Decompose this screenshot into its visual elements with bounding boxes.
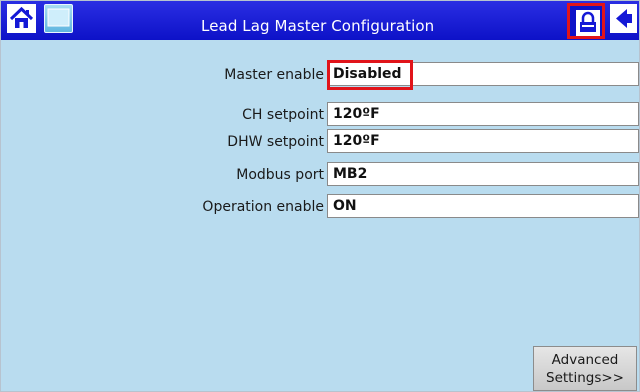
- master-enable-label: Master enable: [224, 67, 324, 83]
- back-arrow-icon: [616, 9, 632, 28]
- home-button[interactable]: [7, 4, 36, 33]
- ch-setpoint-field[interactable]: 120ºF: [327, 102, 639, 126]
- ch-setpoint-label: CH setpoint: [242, 107, 324, 123]
- advanced-settings-button[interactable]: Advanced Settings>>: [533, 346, 637, 391]
- screen-button[interactable]: [44, 4, 73, 33]
- lock-icon: [576, 10, 600, 36]
- page-title: Lead Lag Master Configuration: [201, 17, 435, 35]
- advanced-settings-line1: Advanced: [551, 352, 619, 368]
- ch-setpoint-row: CH setpoint 120ºF: [1, 102, 639, 128]
- dhw-setpoint-row: DHW setpoint 120ºF: [1, 129, 639, 155]
- operation-enable-field[interactable]: ON: [327, 194, 639, 218]
- advanced-settings-line2: Settings>>: [546, 370, 624, 386]
- master-enable-field[interactable]: Disabled: [327, 62, 639, 86]
- home-icon: [9, 6, 34, 28]
- dhw-setpoint-label: DHW setpoint: [227, 134, 324, 150]
- dhw-setpoint-field[interactable]: 120ºF: [327, 129, 639, 153]
- operation-enable-row: Operation enable ON: [1, 194, 639, 220]
- title-bar: Lead Lag Master Configuration: [1, 1, 639, 40]
- back-button[interactable]: [610, 4, 637, 33]
- operation-enable-label: Operation enable: [202, 199, 324, 215]
- modbus-port-row: Modbus port MB2: [1, 162, 639, 188]
- lock-button[interactable]: [567, 3, 605, 39]
- master-enable-row: Master enable Disabled: [1, 62, 639, 88]
- modbus-port-field[interactable]: MB2: [327, 162, 639, 186]
- screen: Lead Lag Master Configuration Master ena…: [0, 0, 640, 392]
- screen-icon: [47, 8, 70, 27]
- modbus-port-label: Modbus port: [236, 167, 324, 183]
